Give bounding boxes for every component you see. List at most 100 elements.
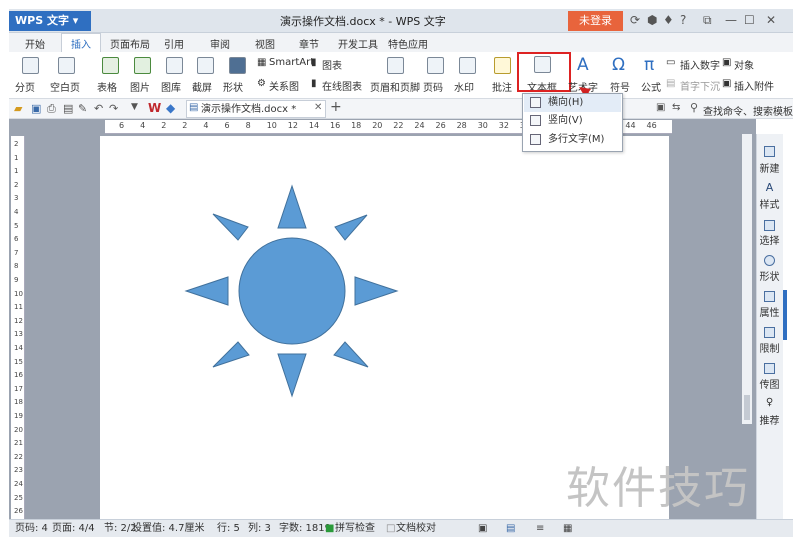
status-bar: 页码: 4 页面: 4/4 节: 2/2 设置值: 4.7厘米 行: 5 列: … xyxy=(9,519,793,537)
save-icon[interactable]: ▣ xyxy=(31,102,41,115)
comment-button[interactable]: 批注 xyxy=(492,79,512,94)
watermark-button[interactable]: 水印 xyxy=(454,79,474,94)
online-chart-button[interactable]: 在线图表 xyxy=(322,78,362,93)
panel-restrict-button[interactable]: 限制 xyxy=(756,340,783,355)
page-view-icon[interactable]: ▤ xyxy=(506,520,515,537)
vruler-tick-label: 1 xyxy=(14,153,19,162)
tab-insert[interactable]: 插入 xyxy=(71,36,91,51)
shape-icon xyxy=(229,57,246,74)
panel-new-button[interactable]: 新建 xyxy=(756,160,783,175)
tab-view[interactable]: 视图 xyxy=(255,36,275,51)
vruler-tick-label: 15 xyxy=(14,357,23,366)
document-icon: ▤ xyxy=(189,102,199,113)
tab-chapter[interactable]: 章节 xyxy=(299,36,319,51)
object-button[interactable]: 对象 xyxy=(734,57,754,72)
spell-check-button[interactable]: 拼写检查 xyxy=(335,520,375,537)
tab-review[interactable]: 审阅 xyxy=(210,36,230,51)
print-icon[interactable]: ⎙ xyxy=(47,102,56,116)
page-break-button[interactable]: 分页 xyxy=(15,79,35,94)
tab-page-layout[interactable]: 页面布局 xyxy=(110,36,150,51)
outline-view-icon[interactable]: ≡ xyxy=(536,520,544,537)
properties-icon xyxy=(764,291,775,302)
chevron-down-icon[interactable]: ▼ xyxy=(131,102,138,112)
ruler-tick-label: 8 xyxy=(245,121,251,130)
drop-cap-icon: ▤ xyxy=(666,78,676,89)
page-number-button[interactable]: 页码 xyxy=(423,79,443,94)
cube-icon[interactable]: ◆ xyxy=(166,101,175,115)
vertical-textbox-icon xyxy=(530,115,541,126)
panel-shape-button[interactable]: 形状 xyxy=(756,268,783,283)
scrollbar[interactable] xyxy=(742,134,752,424)
redo-icon[interactable]: ↷ xyxy=(109,102,118,115)
tab-start[interactable]: 开始 xyxy=(25,36,45,51)
restore-icon[interactable]: ⧉ xyxy=(703,13,712,28)
search-input[interactable]: 查找命令、搜索模板 xyxy=(703,103,793,118)
formula-button[interactable]: 公式 xyxy=(641,79,661,94)
undo-icon[interactable]: ↶ xyxy=(94,102,103,115)
relation-button[interactable]: 关系图 xyxy=(269,78,299,93)
gift-icon[interactable]: ♦ xyxy=(663,13,674,27)
panel-upload-button[interactable]: 传图 xyxy=(756,376,783,391)
share-icon[interactable]: ⇆ xyxy=(672,102,680,113)
header-footer-button[interactable]: 页眉和页脚 xyxy=(370,79,420,94)
vruler-tick-label: 1 xyxy=(14,167,19,176)
cloud-icon[interactable]: ⟳ xyxy=(630,13,640,27)
preview-icon[interactable]: ▤ xyxy=(63,102,73,115)
fullscreen-icon[interactable]: ▣ xyxy=(478,520,487,537)
maximize-icon[interactable]: ☐ xyxy=(744,13,755,27)
restrict-icon xyxy=(764,327,775,338)
wps-logo-icon[interactable]: W xyxy=(148,101,161,115)
vruler-tick-label: 16 xyxy=(14,371,23,380)
smartart-button[interactable]: SmartArt xyxy=(269,57,314,68)
vruler-tick-label: 7 xyxy=(14,248,19,257)
help-icon[interactable]: ? xyxy=(680,13,686,27)
skin-icon[interactable]: ⬢ xyxy=(647,13,657,27)
format-icon[interactable]: ✎ xyxy=(78,102,87,115)
panel-select-button[interactable]: 选择 xyxy=(756,232,783,247)
relation-icon: ⚙ xyxy=(257,78,266,89)
document-tab[interactable]: 演示操作文档.docx * xyxy=(186,100,326,118)
ruler-tick-label: 18 xyxy=(351,121,362,130)
multiline-textbox-icon xyxy=(530,134,541,145)
panel-icon[interactable]: ▣ xyxy=(656,102,665,113)
screenshot-button[interactable]: 截屏 xyxy=(192,79,212,94)
minimize-icon[interactable]: — xyxy=(725,13,737,27)
picture-button[interactable]: 图片 xyxy=(130,79,150,94)
open-icon[interactable]: ▰ xyxy=(14,102,22,115)
insert-attachment-button[interactable]: 插入附件 xyxy=(734,78,774,93)
vruler-tick-label: 19 xyxy=(14,412,23,420)
vruler-tick-label: 24 xyxy=(14,480,23,488)
tab-features[interactable]: 特色应用 xyxy=(388,36,428,51)
panel-collapse-handle[interactable] xyxy=(783,290,787,340)
tab-references[interactable]: 引用 xyxy=(164,36,184,51)
formula-icon: π xyxy=(644,55,655,75)
panel-style-button[interactable]: 样式 xyxy=(756,196,783,211)
recommend-icon: ♀ xyxy=(765,397,774,408)
header-footer-icon xyxy=(387,57,404,74)
app-name: WPS 文字 xyxy=(15,14,69,27)
panel-recommend-button[interactable]: 推荐 xyxy=(756,412,783,427)
app-menu-button[interactable]: WPS 文字 ▾ xyxy=(9,11,91,31)
shape-button[interactable]: 形状 xyxy=(223,79,243,94)
vertical-ruler[interactable]: 2 1 1 2 3 4 5 6 7 8 9 10 11 12 13 14 15 16 17 18 19 20 21 22 23 2… xyxy=(11,136,25,519)
ruler-tick-label: 4 xyxy=(203,121,209,130)
blank-page-button[interactable]: 空白页 xyxy=(50,79,80,94)
table-button[interactable]: 表格 xyxy=(97,79,117,94)
vruler-tick-label: 3 xyxy=(14,194,19,203)
chart-button[interactable]: 图表 xyxy=(322,57,342,72)
status-row: 行: 5 xyxy=(217,523,240,534)
proof-button[interactable]: 文档校对 xyxy=(396,520,436,537)
symbol-icon: Ω xyxy=(612,55,625,75)
insert-number-button[interactable]: 插入数字 xyxy=(680,57,720,72)
panel-properties-button[interactable]: 属性 xyxy=(756,304,783,319)
web-view-icon[interactable]: ▦ xyxy=(563,520,572,537)
tab-developer[interactable]: 开发工具 xyxy=(338,36,378,51)
tab-close-icon[interactable]: ✕ xyxy=(314,102,322,113)
close-icon[interactable]: ✕ xyxy=(766,13,776,27)
gallery-button[interactable]: 图库 xyxy=(161,79,181,94)
new-tab-button[interactable]: + xyxy=(330,99,342,115)
scrollbar-thumb[interactable] xyxy=(744,395,750,420)
drop-cap-button[interactable]: 首字下沉 xyxy=(680,78,720,93)
ruler-tick-label: 12 xyxy=(287,121,298,130)
login-button[interactable]: 未登录 xyxy=(568,11,623,31)
